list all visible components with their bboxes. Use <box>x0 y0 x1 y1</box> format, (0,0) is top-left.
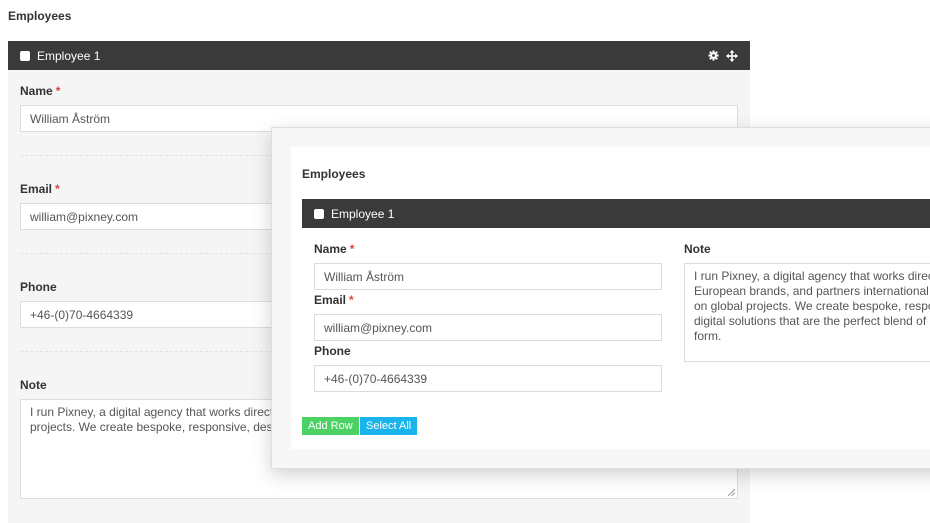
popup-row-checkbox[interactable] <box>314 208 324 219</box>
note-text-line: European brands, and partners internatio… <box>694 284 930 298</box>
popup-note-label: Note <box>684 242 711 256</box>
popup-name-field[interactable]: William Åström <box>314 263 662 290</box>
resize-grip-icon[interactable] <box>727 488 735 496</box>
name-label: Name * <box>20 84 61 98</box>
popup-phone-label: Phone <box>314 344 351 358</box>
select-all-button[interactable]: Select All <box>360 417 418 435</box>
phone-label: Phone <box>20 280 57 294</box>
note-text-line: on global projects. We create bespoke, r… <box>694 299 930 313</box>
popup-phone-field[interactable]: +46-(0)70-4664339 <box>314 365 662 392</box>
employee-row-header: Employee 1 <box>8 41 750 70</box>
note-text-line: I run Pixney, a digital agency that work… <box>694 269 930 283</box>
email-label: Email * <box>20 182 60 196</box>
popup-email-field[interactable]: william@pixney.com <box>314 314 662 341</box>
note-text-line: form. <box>694 329 722 343</box>
row-title: Employee 1 <box>37 48 101 63</box>
employees-popup: Employees Employee 1 Name * William Åströ… <box>271 127 930 469</box>
row-checkbox[interactable] <box>20 50 30 61</box>
move-icon[interactable] <box>726 49 738 62</box>
add-row-button[interactable]: Add Row <box>302 417 359 435</box>
note-text-line: digital solutions that are the perfect b… <box>694 314 927 328</box>
popup-email-label: Email * <box>314 293 354 307</box>
note-label: Note <box>20 378 47 392</box>
page-title: Employees <box>8 9 72 23</box>
gear-icon[interactable] <box>708 50 719 61</box>
popup-row-title: Employee 1 <box>331 206 395 221</box>
popup-content: Employees Employee 1 Name * William Åströ… <box>291 147 930 449</box>
popup-note-textarea[interactable]: I run Pixney, a digital agency that work… <box>684 263 930 362</box>
popup-row-header: Employee 1 <box>302 199 930 228</box>
popup-title: Employees <box>302 167 366 181</box>
popup-name-label: Name * <box>314 242 355 256</box>
